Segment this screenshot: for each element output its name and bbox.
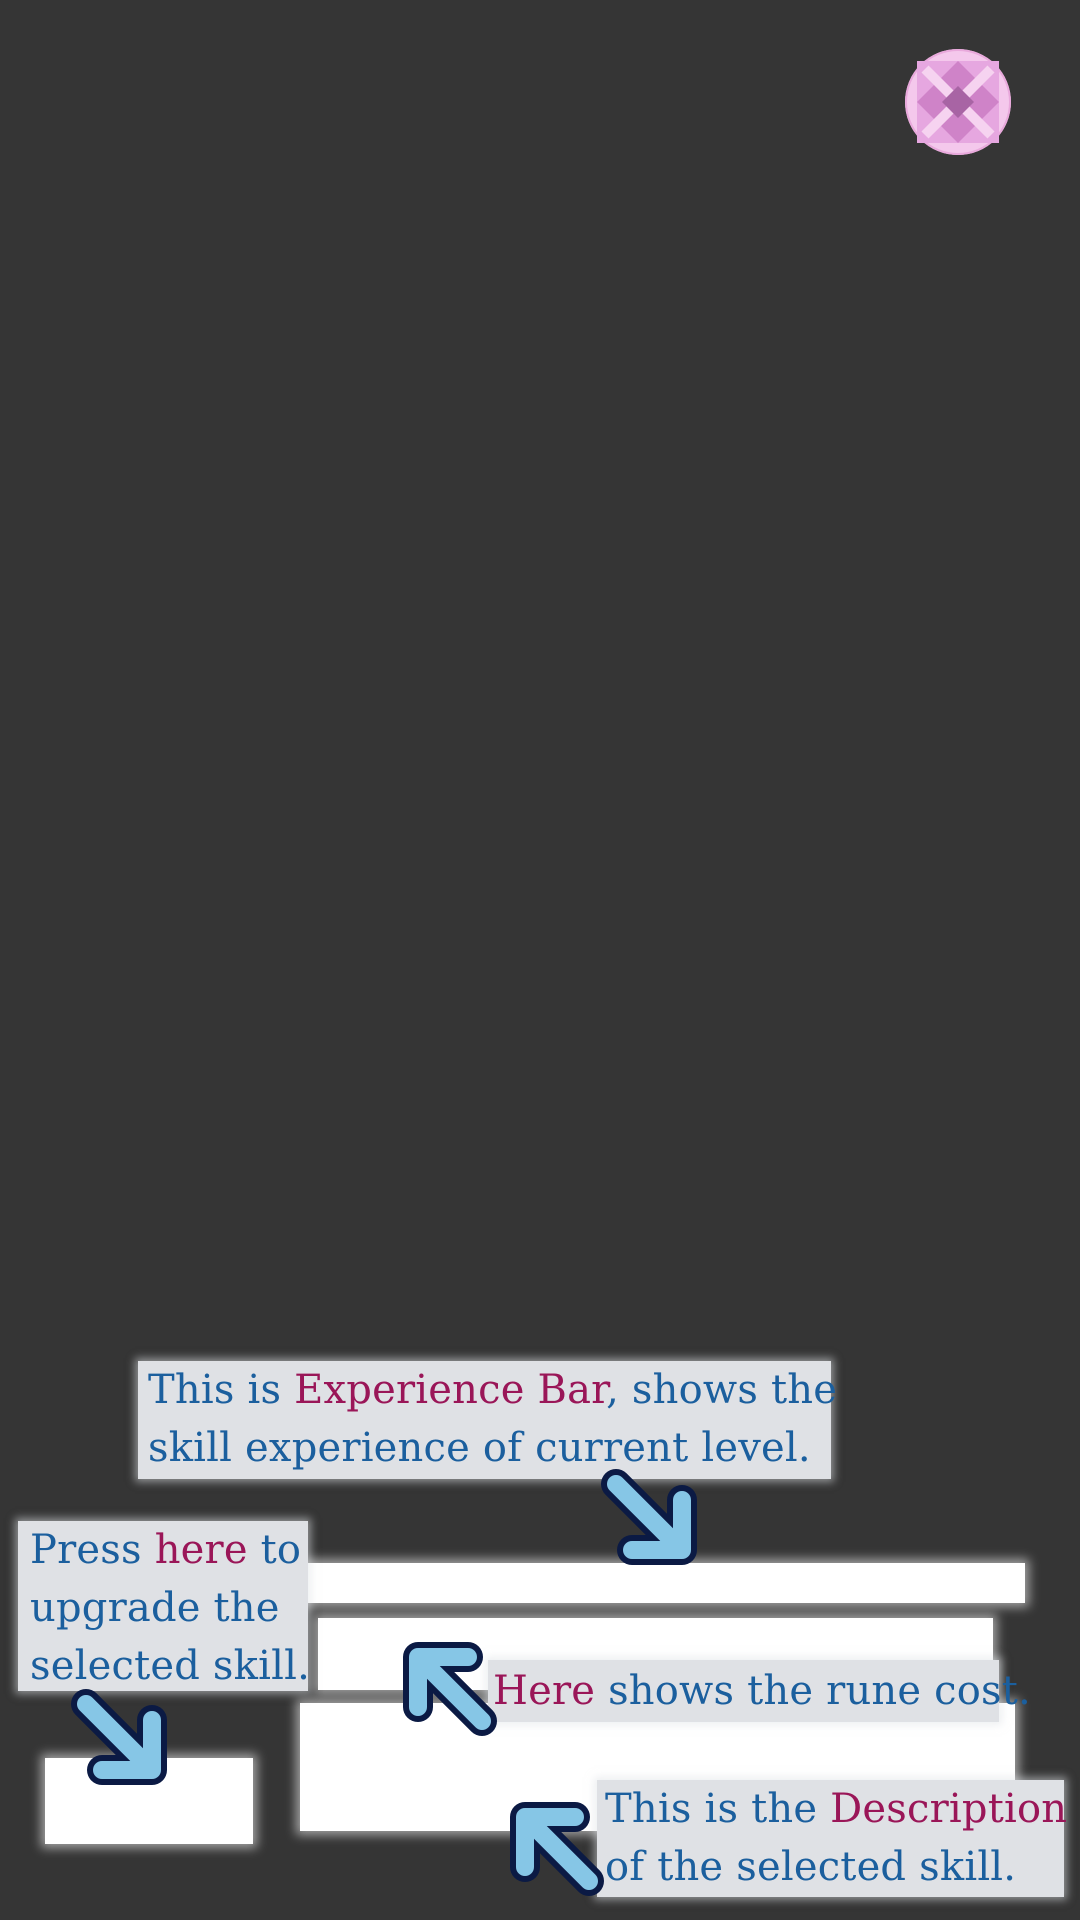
experience-bar-tip: This is Experience Bar, shows the skill … — [138, 1361, 838, 1479]
arrow-down-right-icon — [601, 1469, 702, 1570]
experience-bar-tip-line1: This is Experience Bar, shows the — [148, 1367, 838, 1413]
close-icon — [917, 61, 999, 143]
description-tip: This is the Description of the selected … — [597, 1780, 1068, 1897]
upgrade-tip-line1: Press here to — [30, 1527, 302, 1573]
upgrade-tip-line2: upgrade the — [30, 1585, 280, 1631]
rune-cost-tip: Here shows the rune cost. — [488, 1660, 1031, 1722]
arrow-up-left-icon — [505, 1797, 605, 1897]
experience-bar-tip-line2: skill experience of current level. — [148, 1425, 811, 1471]
description-tip-line2: of the selected skill. — [605, 1844, 1017, 1890]
arrow-down-right-icon — [71, 1689, 172, 1790]
arrow-up-left-icon — [398, 1637, 498, 1737]
close-button[interactable] — [905, 49, 1011, 155]
upgrade-tip: Press here to upgrade the selected skill… — [18, 1521, 310, 1691]
description-tip-line1: This is the Description — [605, 1786, 1068, 1832]
upgrade-tip-line3: selected skill. — [30, 1643, 310, 1689]
